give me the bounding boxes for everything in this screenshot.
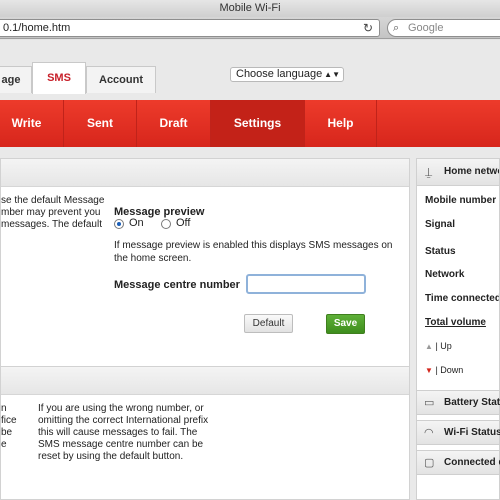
window-title-bar: Mobile Wi-Fi	[0, 0, 500, 17]
preview-hint: If message preview is enabled this displ…	[114, 240, 393, 264]
tab-homepage[interactable]: age	[0, 66, 32, 93]
search-placeholder: Google	[408, 22, 444, 34]
wifi-icon: ◠	[424, 427, 434, 439]
help-right-text: If you are using the wrong number, or om…	[38, 403, 209, 462]
network-label: Network	[425, 269, 465, 280]
nav-label: Settings	[233, 116, 282, 130]
nav-label: Sent	[86, 116, 113, 130]
browser-toolbar: 0.1/home.htm ↻ ⌕ Google	[0, 17, 500, 39]
download-row: ▼ | Down	[425, 365, 463, 375]
time-connected-label: Time connected	[425, 293, 500, 304]
window-title: Mobile Wi-Fi	[219, 2, 281, 14]
monitor-icon: ▢	[424, 457, 435, 469]
address-bar[interactable]: 0.1/home.htm ↻	[0, 19, 380, 37]
status-sidebar: ⍊ Home netwo Mobile number Signal Status…	[416, 158, 500, 500]
sms-nav-bar: Write Sent Draft Settings Help	[0, 100, 500, 147]
download-label: | Down	[435, 365, 464, 375]
panel-header	[1, 367, 409, 395]
nav-help[interactable]: Help	[305, 100, 377, 147]
save-button[interactable]: Save	[326, 314, 365, 334]
message-preview-label: Message preview	[114, 206, 205, 218]
battery-status-title: Battery Statu	[444, 397, 500, 408]
help-line: e	[1, 439, 7, 450]
description-line: messages. The default	[1, 219, 102, 230]
wifi-status-title: Wi-Fi Status	[444, 427, 500, 438]
language-select-value: Choose language	[236, 68, 323, 80]
help-line: n	[1, 403, 7, 414]
nav-label: Write	[11, 116, 42, 130]
nav-label: Help	[327, 116, 354, 130]
arrow-up-icon: ▲	[425, 342, 433, 351]
message-centre-label: Message centre number	[114, 279, 240, 291]
select-arrows-icon: ▲▼	[324, 70, 340, 79]
description-line: se the default Message	[1, 195, 105, 206]
search-icon: ⌕	[393, 22, 400, 34]
upload-label: | Up	[435, 341, 452, 351]
signal-tower-icon: ⍊	[425, 165, 433, 179]
nav-write[interactable]: Write	[0, 100, 64, 147]
nav-settings[interactable]: Settings	[211, 100, 305, 147]
help-left-text: n fice be e	[1, 403, 17, 451]
nav-label: Draft	[159, 116, 188, 130]
panel-header	[1, 159, 409, 187]
preview-on-label: On	[129, 217, 144, 229]
tab-sms[interactable]: SMS	[32, 62, 86, 94]
default-button[interactable]: Default	[244, 314, 293, 333]
preview-on-radio[interactable]	[114, 219, 124, 229]
web-page: age SMS Account Choose language ▲▼ Write…	[0, 40, 500, 500]
nav-draft[interactable]: Draft	[137, 100, 211, 147]
message-centre-input[interactable]	[246, 274, 366, 294]
home-network-header[interactable]: ⍊ Home netwo	[417, 159, 500, 186]
tab-label: Account	[99, 74, 143, 86]
search-bar[interactable]: ⌕ Google	[387, 19, 500, 37]
battery-icon: ▭	[424, 397, 435, 409]
total-volume-link[interactable]: Total volume	[425, 317, 486, 328]
home-network-title: Home netwo	[444, 166, 500, 177]
help-line: fice	[1, 415, 17, 426]
upload-row: ▲ | Up	[425, 341, 452, 351]
arrow-down-icon: ▼	[425, 366, 433, 375]
settings-description: se the default Message mber may prevent …	[1, 195, 105, 231]
reload-icon[interactable]: ↻	[363, 20, 373, 36]
tab-label: age	[1, 74, 21, 86]
preview-off-label: Off	[176, 217, 191, 229]
description-line: mber may prevent you	[1, 207, 101, 218]
preview-off-radio[interactable]	[161, 219, 171, 229]
nav-sent[interactable]: Sent	[64, 100, 137, 147]
help-panel: n fice be e If you are using the wrong n…	[0, 366, 410, 500]
signal-label: Signal	[425, 219, 456, 230]
help-line: be	[1, 427, 13, 438]
language-select[interactable]: Choose language ▲▼	[230, 67, 344, 82]
status-label: Status	[425, 246, 456, 257]
connected-devices-title: Connected d	[444, 457, 500, 468]
connected-devices-header[interactable]: ▢ Connected d	[416, 450, 500, 475]
wifi-status-header[interactable]: ◠ Wi-Fi Status	[416, 420, 500, 445]
battery-status-header[interactable]: ▭ Battery Statu	[416, 390, 500, 415]
settings-panel: se the default Message mber may prevent …	[0, 158, 410, 396]
tab-account[interactable]: Account	[86, 66, 156, 93]
url-text: 0.1/home.htm	[3, 22, 71, 34]
tab-label: SMS	[47, 72, 71, 84]
mobile-number-label: Mobile number	[425, 195, 497, 206]
